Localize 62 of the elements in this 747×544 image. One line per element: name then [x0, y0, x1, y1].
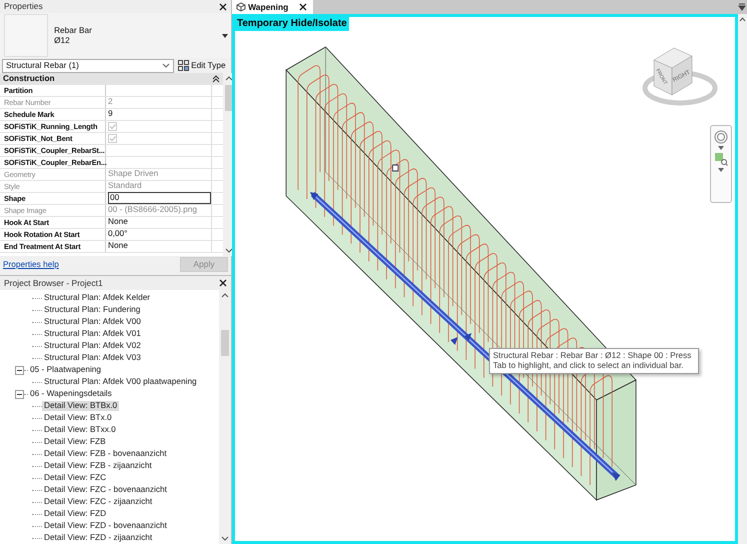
expander-icon[interactable]	[15, 390, 24, 398]
tree-item[interactable]: Detail View: FZB	[42, 437, 108, 447]
property-value: None	[108, 240, 128, 250]
expander-icon[interactable]	[15, 366, 24, 374]
group-label: Construction	[3, 74, 55, 84]
type-size: Ø12	[54, 36, 71, 46]
panel-title: Properties	[4, 1, 43, 12]
tree-item[interactable]: Structural Plan: Afdek V00	[42, 317, 143, 327]
tree-item[interactable]: Structural Plan: Afdek V00 plaatwapening	[42, 377, 199, 387]
scrollbar-thumb[interactable]	[221, 330, 229, 356]
grid-icon	[178, 60, 190, 72]
caret-icon[interactable]	[718, 168, 724, 172]
view-mode-label: Temporary Hide/Isolate	[235, 17, 349, 31]
tree-item[interactable]: Detail View: FZC - zijaanzicht	[42, 497, 154, 507]
property-value: 9	[108, 108, 113, 118]
panel-title: Project Browser - Project1	[4, 278, 103, 288]
caret-icon[interactable]	[718, 146, 724, 150]
checkbox[interactable]	[108, 134, 117, 144]
tree-item[interactable]: Detail View: FZD - bovenaanzicht	[42, 521, 169, 531]
view-tab[interactable]: Wapening	[232, 0, 313, 14]
tree-item[interactable]: Structural Plan: Fundering	[42, 305, 142, 315]
tree-item[interactable]: Detail View: FZD	[42, 509, 108, 519]
tree-item[interactable]: Detail View: FZC	[42, 473, 108, 483]
tree-item[interactable]: Structural Plan: Afdek V03	[42, 353, 143, 363]
chevron-down-icon	[162, 62, 170, 69]
tree-item[interactable]: Structural Plan: Afdek Kelder	[42, 293, 152, 303]
tree-item[interactable]: Detail View: FZC - bovenaanzicht	[42, 485, 169, 495]
tree-item[interactable]: Structural Plan: Afdek V01	[42, 329, 143, 339]
selector-text: Structural Rebar (1)	[6, 60, 79, 71]
tree-item[interactable]: Detail View: FZD - zijaanzicht	[42, 533, 154, 543]
property-value: None	[108, 216, 128, 226]
element-selector[interactable]: Structural Rebar (1)	[2, 58, 174, 73]
tree-item[interactable]: Detail View: FZB - bovenaanzicht	[42, 449, 169, 459]
tree-item[interactable]: Detail View: BTxx.0	[42, 425, 118, 435]
property-value: 2	[108, 96, 113, 106]
close-icon[interactable]	[298, 3, 307, 11]
property-value: Standard	[108, 180, 142, 190]
type-name: Rebar Bar	[54, 26, 93, 36]
tree-item[interactable]: Detail View: BTx.0	[42, 413, 114, 423]
value-field[interactable]: 00	[108, 192, 211, 204]
checkbox[interactable]	[108, 122, 117, 132]
dropdown-caret-icon[interactable]	[219, 32, 231, 40]
tree-group[interactable]: 06 - Wapeningsdetails	[28, 389, 114, 399]
tab-menu-icon[interactable]	[737, 2, 747, 12]
close-icon[interactable]	[219, 278, 227, 287]
edit-type-button[interactable]: Edit Type	[176, 60, 228, 72]
group-header[interactable]: Construction	[0, 73, 223, 86]
properties-help-link[interactable]: Properties help	[3, 260, 59, 270]
tooltip: Structural Rebar : Rebar Bar : Ø12 : Shape 00 : Press Tab to highlight, and click to select an individual bar.	[489, 348, 699, 374]
property-value: 0,00°	[108, 228, 128, 238]
zoom-icon[interactable]	[714, 152, 728, 166]
steering-wheel-icon[interactable]	[714, 130, 728, 144]
close-icon[interactable]	[219, 2, 227, 11]
tree-item[interactable]: Detail View: BTBx.0	[42, 401, 120, 411]
tree-group[interactable]: 05 - Plaatwapening	[28, 365, 104, 375]
tree-item[interactable]: Detail View: FZB - zijaanzicht	[42, 461, 154, 471]
collapse-icon[interactable]	[212, 75, 220, 84]
property-value: Shape Driven	[108, 168, 158, 178]
cube-icon	[236, 2, 246, 12]
property-value: 00 - (BS8666-2005).png	[108, 204, 198, 214]
edit-type-label: Edit Type	[191, 60, 226, 71]
tree-item[interactable]: Structural Plan: Afdek V02	[42, 341, 143, 351]
